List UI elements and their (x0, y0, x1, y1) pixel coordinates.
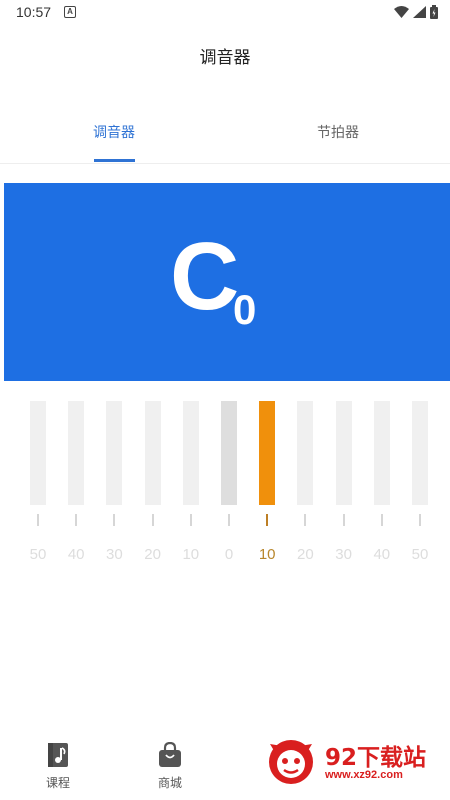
nav-item-courses[interactable]: 课程 (28, 742, 88, 791)
scale-tick (151, 514, 154, 526)
scale-label: 10 (258, 546, 276, 563)
nav-label-store: 商城 (157, 776, 182, 790)
battery-icon (430, 5, 438, 19)
status-icons (394, 5, 438, 19)
tuning-bar (221, 401, 237, 505)
status-time: 10:57 (16, 4, 52, 20)
scale-tick (419, 514, 421, 526)
scale-tick (342, 514, 345, 526)
scale-label: 40 (373, 546, 391, 563)
scale-label: 20 (144, 546, 161, 563)
watermark: 92下载站 www.xz92.com (262, 728, 446, 790)
scale-label: 10 (182, 546, 200, 563)
scale-label: 0 (224, 546, 234, 563)
note-name: C (170, 223, 240, 330)
watermark-logo-icon (269, 740, 313, 784)
scale-tick (75, 514, 78, 526)
tab-indicator (94, 159, 135, 162)
scale-tick (266, 514, 269, 526)
scale-label: 50 (411, 546, 429, 563)
tuning-bar (182, 401, 199, 505)
scale-tick (113, 514, 116, 526)
scale-label: 50 (29, 546, 47, 563)
tuning-bar (297, 401, 314, 505)
nav-label-courses: 课程 (45, 776, 70, 790)
scale-label: 30 (335, 546, 352, 563)
note-octave: 0 (233, 286, 257, 333)
note-display-panel: C 0 (4, 183, 450, 381)
scale-tick (37, 514, 39, 526)
tuning-bar (144, 401, 161, 505)
tab-bar: 调音器 节拍器 (0, 112, 450, 164)
scale-label: 20 (297, 546, 314, 563)
tab-tuner[interactable]: 调音器 (34, 122, 194, 142)
tuning-bar (106, 401, 123, 505)
scale-label: 40 (67, 546, 85, 563)
nav-item-store[interactable]: 商城 (140, 742, 200, 791)
page-title: 调音器 (199, 48, 251, 68)
watermark-brand: 92下载站 (325, 745, 427, 771)
music-book-icon (48, 743, 68, 767)
scale-tick (228, 514, 230, 526)
tuning-bar (30, 401, 46, 505)
scale-tick (380, 514, 383, 526)
scale-tick (189, 514, 192, 526)
scale-tick (304, 514, 307, 526)
tuning-indicator-bar (259, 401, 276, 505)
tuning-bar (68, 401, 85, 505)
tuning-meter: 50 40 30 20 10 0 10 20 30 40 50 (0, 396, 450, 576)
wifi-icon (394, 6, 409, 18)
shopping-bag-icon (159, 742, 181, 767)
scale-label: 30 (106, 546, 123, 563)
tuning-bar (412, 401, 428, 505)
a-letter-icon: A (64, 6, 76, 18)
tab-metronome[interactable]: 节拍器 (258, 122, 418, 142)
signal-icon (413, 6, 426, 18)
watermark-url: www.xz92.com (325, 769, 403, 781)
tuning-bar (373, 401, 390, 505)
status-bar: 10:57 A (0, 0, 450, 26)
tuning-bar (335, 401, 352, 505)
